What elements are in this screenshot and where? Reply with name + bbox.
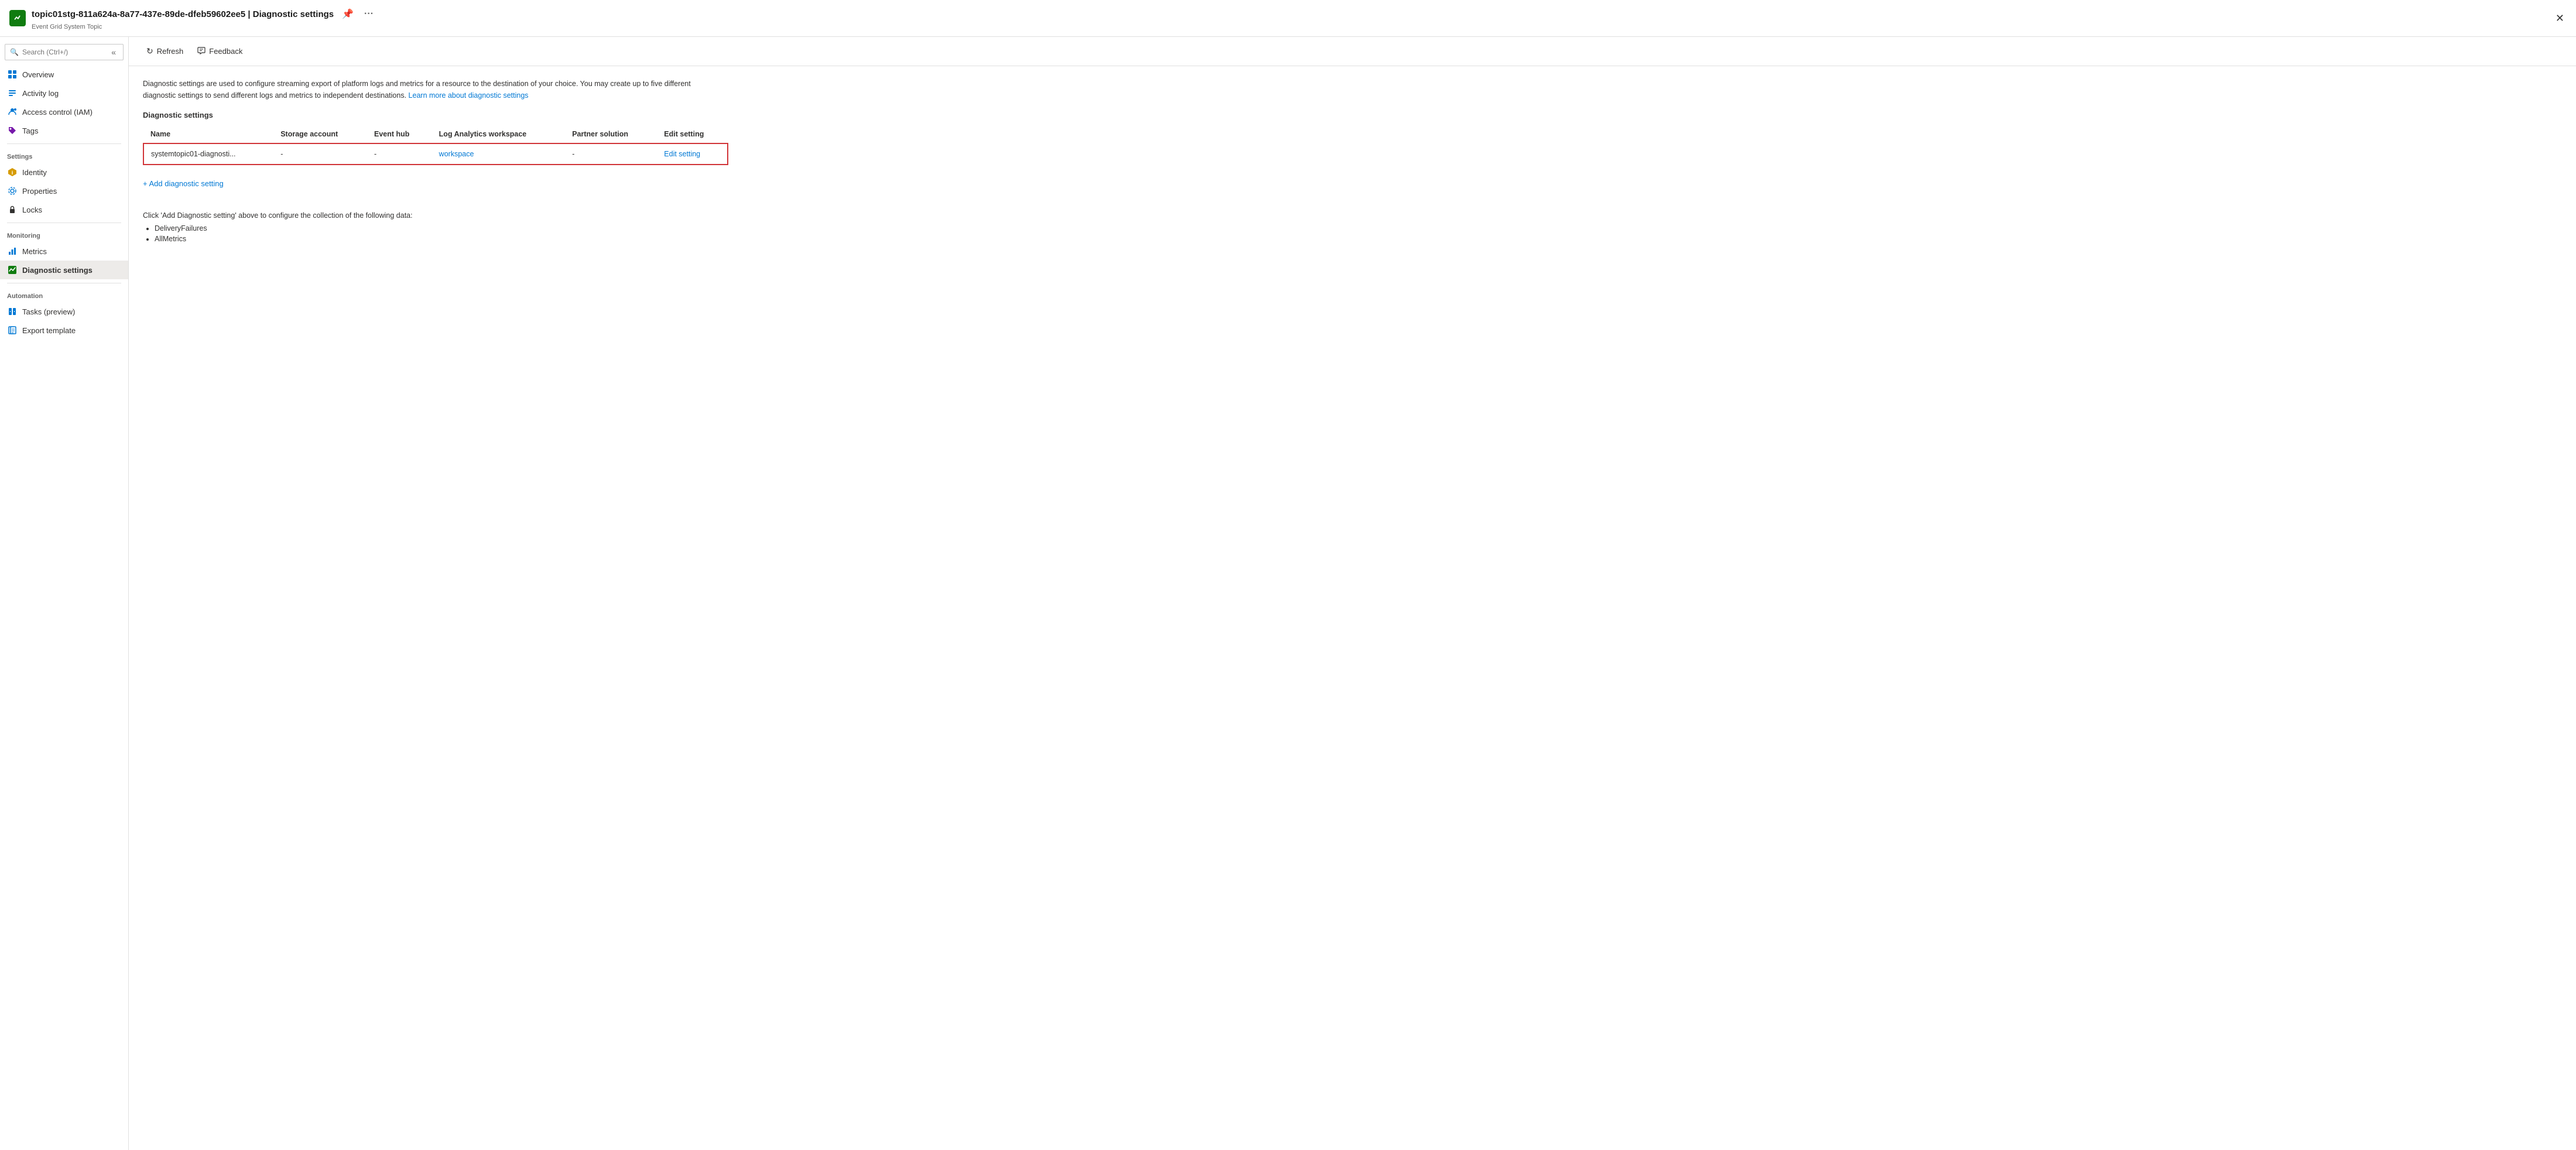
tags-icon [7, 125, 18, 136]
cell-eventhub: - [367, 143, 432, 165]
search-input[interactable] [22, 48, 105, 56]
more-icon[interactable]: ··· [362, 6, 376, 22]
content-area: Diagnostic settings are used to configur… [129, 66, 2576, 257]
svg-text:i: i [12, 170, 13, 176]
col-header-loganalytics: Log Analytics workspace [432, 125, 566, 143]
section-settings: Settings [0, 148, 128, 163]
refresh-icon: ↻ [146, 46, 153, 56]
edit-setting-link[interactable]: Edit setting [664, 150, 700, 158]
toolbar: ↻ Refresh Feedback [129, 37, 2576, 66]
cell-loganalytics: workspace [432, 143, 566, 165]
search-container: 🔍 « [5, 44, 124, 60]
section-title: Diagnostic settings [143, 111, 2562, 119]
title-bar: topic01stg-811a624a-8a77-437e-89de-dfeb5… [0, 0, 2576, 37]
section-monitoring: Monitoring [0, 227, 128, 242]
cell-editsetting: Edit setting [657, 143, 728, 165]
iam-icon [7, 107, 18, 117]
search-icon: 🔍 [10, 48, 19, 56]
col-header-editsetting: Edit setting [657, 125, 728, 143]
diagnostic-icon [7, 265, 18, 275]
pin-icon[interactable]: 📌 [340, 6, 356, 22]
app-layout: 🔍 « Overview [0, 37, 2576, 1150]
refresh-button[interactable]: ↻ Refresh [141, 43, 189, 60]
title-bar-actions: ✕ [2553, 10, 2567, 27]
workspace-link[interactable]: workspace [439, 150, 474, 158]
activity-log-icon [7, 88, 18, 98]
sidebar-item-activity-log[interactable]: Activity log [0, 84, 128, 102]
collapse-button[interactable]: « [109, 47, 118, 57]
sidebar-item-metrics[interactable]: Metrics [0, 242, 128, 261]
section-automation: Automation [0, 287, 128, 302]
overview-icon [7, 69, 18, 80]
page-title: topic01stg-811a624a-8a77-437e-89de-dfeb5… [32, 6, 2553, 22]
table-row: systemtopic01-diagnosti... - - workspace… [143, 143, 728, 165]
col-header-partner: Partner solution [565, 125, 657, 143]
metrics-icon [7, 246, 18, 256]
cell-storage: - [273, 143, 367, 165]
click-info-text: Click 'Add Diagnostic setting' above to … [143, 211, 2562, 220]
feedback-icon [197, 46, 205, 56]
diagnostic-settings-table: Name Storage account Event hub Log Analy… [143, 125, 728, 165]
feedback-button[interactable]: Feedback [191, 43, 248, 60]
identity-icon: i [7, 167, 18, 177]
sidebar-item-locks[interactable]: Locks [0, 200, 128, 219]
description-text: Diagnostic settings are used to configur… [143, 78, 705, 101]
sidebar: 🔍 « Overview [0, 37, 129, 1150]
page-subtitle: Event Grid System Topic [32, 23, 2553, 30]
col-header-storage: Storage account [273, 125, 367, 143]
cell-partner: - [565, 143, 657, 165]
sidebar-item-export-template[interactable]: Export template [0, 321, 128, 340]
learn-more-link[interactable]: Learn more about diagnostic settings [409, 91, 529, 100]
main-content: ↻ Refresh Feedback Diagnostic settings a… [129, 37, 2576, 1150]
sidebar-item-identity[interactable]: i Identity [0, 163, 128, 182]
bullet-item-delivery: DeliveryFailures [155, 224, 2562, 232]
col-header-eventhub: Event hub [367, 125, 432, 143]
cell-name: systemtopic01-diagnosti... [143, 143, 273, 165]
bullet-list: DeliveryFailures AllMetrics [155, 224, 2562, 243]
sidebar-item-overview[interactable]: Overview [0, 65, 128, 84]
bullet-item-allmetrics: AllMetrics [155, 235, 2562, 243]
export-template-icon [7, 325, 18, 336]
col-header-name: Name [143, 125, 273, 143]
sidebar-item-access-control[interactable]: Access control (IAM) [0, 102, 128, 121]
tasks-icon [7, 306, 18, 317]
sidebar-item-diagnostic-settings[interactable]: Diagnostic settings [0, 261, 128, 279]
app-icon [9, 10, 26, 26]
sidebar-item-properties[interactable]: Properties [0, 182, 128, 200]
sidebar-item-tags[interactable]: Tags [0, 121, 128, 140]
title-bar-text: topic01stg-811a624a-8a77-437e-89de-dfeb5… [32, 6, 2553, 30]
divider-settings [7, 143, 121, 144]
add-diagnostic-setting-link[interactable]: + Add diagnostic setting [143, 179, 224, 188]
locks-icon [7, 204, 18, 215]
sidebar-item-tasks[interactable]: Tasks (preview) [0, 302, 128, 321]
close-button[interactable]: ✕ [2553, 10, 2567, 27]
properties-icon [7, 186, 18, 196]
